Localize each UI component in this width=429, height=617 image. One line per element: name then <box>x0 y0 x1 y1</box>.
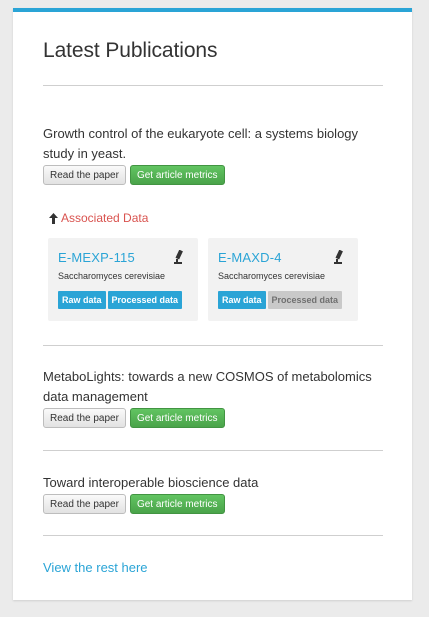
dataset-actions: Raw data Processed data <box>58 291 183 309</box>
read-paper-button[interactable]: Read the paper <box>43 165 126 185</box>
dataset-species: Saccharomyces cerevisiae <box>58 271 166 281</box>
divider <box>43 345 383 346</box>
article-metrics-button[interactable]: Get article metrics <box>129 494 225 514</box>
dataset-species: Saccharomyces cerevisiae <box>218 271 326 281</box>
dataset-accession-link[interactable]: E-MEXP-115 <box>58 250 135 265</box>
publication-actions: Read the paper Get article metrics <box>43 165 225 185</box>
microscope-icon <box>333 249 343 270</box>
article-metrics-button[interactable]: Get article metrics <box>129 408 225 428</box>
publication-title: Toward interoperable bioscience data <box>43 475 259 490</box>
processed-data-button-disabled: Processed data <box>267 291 343 309</box>
divider <box>43 535 383 536</box>
dataset-accession-link[interactable]: E-MAXD-4 <box>218 250 282 265</box>
view-rest-link[interactable]: View the rest here <box>43 560 148 575</box>
divider <box>43 450 383 451</box>
associated-data-label: Associated Data <box>61 211 149 225</box>
dataset-card: E-MEXP-115 Saccharomyces cerevisiae Raw … <box>48 238 198 321</box>
associated-data-toggle[interactable]: Associated Data <box>49 211 148 225</box>
arrow-up-icon <box>49 212 58 224</box>
dataset-card: E-MAXD-4 Saccharomyces cerevisiae Raw da… <box>208 238 358 321</box>
publication-actions: Read the paper Get article metrics <box>43 494 225 514</box>
raw-data-button[interactable]: Raw data <box>58 291 106 309</box>
publication-title: MetaboLights: towards a new COSMOS of me… <box>43 369 372 404</box>
divider <box>43 85 383 86</box>
microscope-icon <box>173 249 183 270</box>
processed-data-button[interactable]: Processed data <box>107 291 183 309</box>
panel-title: Latest Publications <box>43 39 218 62</box>
read-paper-button[interactable]: Read the paper <box>43 494 126 514</box>
publications-panel: Latest Publications Growth control of th… <box>13 8 412 600</box>
article-metrics-button[interactable]: Get article metrics <box>129 165 225 185</box>
read-paper-button[interactable]: Read the paper <box>43 408 126 428</box>
raw-data-button[interactable]: Raw data <box>218 291 266 309</box>
publication-title: Growth control of the eukaryote cell: a … <box>43 126 359 161</box>
dataset-actions: Raw data Processed data <box>218 291 343 309</box>
publication-actions: Read the paper Get article metrics <box>43 408 225 428</box>
